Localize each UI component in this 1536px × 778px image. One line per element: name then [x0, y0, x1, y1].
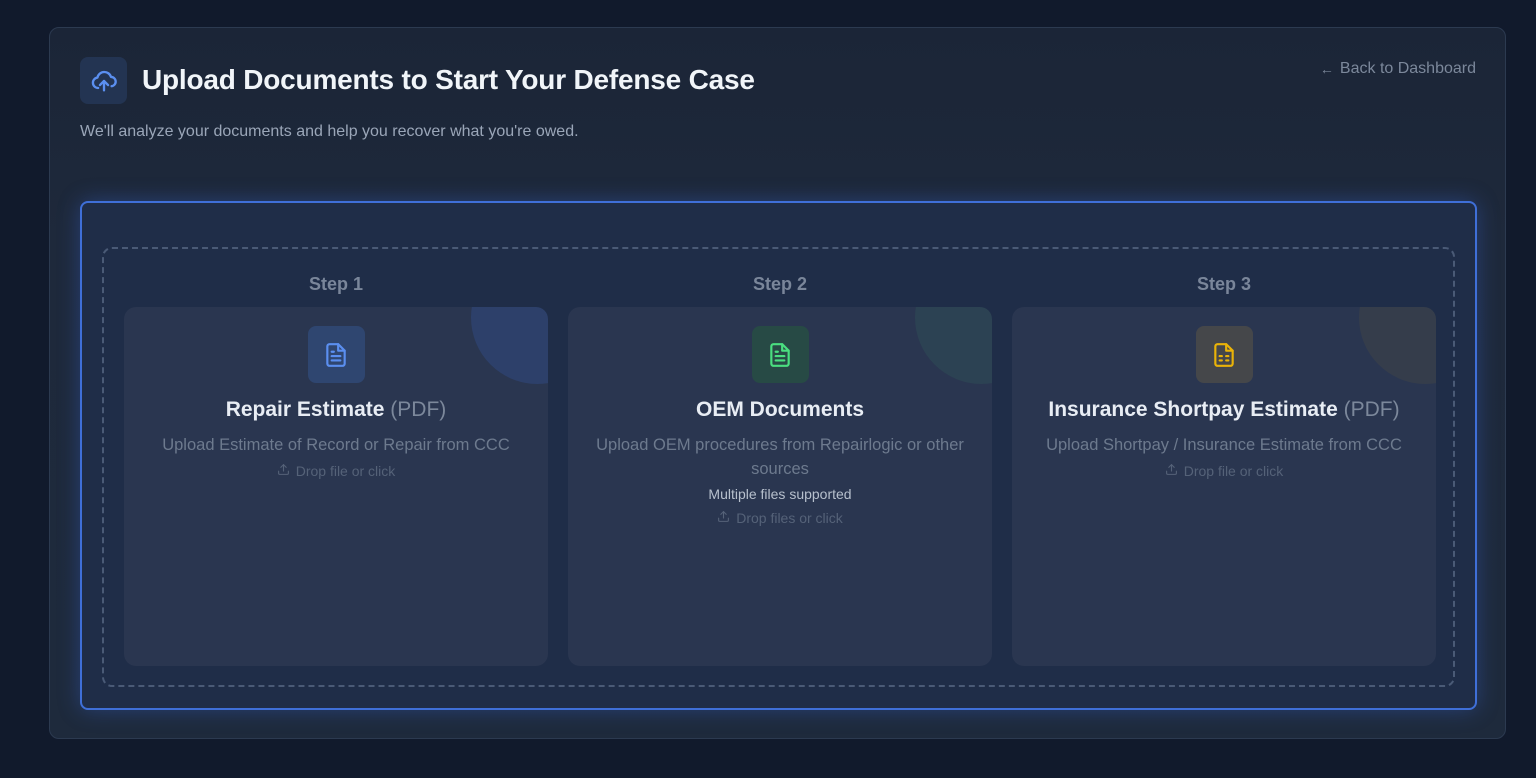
drop-hint[interactable]: Drop file or click — [124, 463, 548, 479]
card-description: Upload OEM procedures from Repairlogic o… — [596, 436, 964, 478]
card-corner-decoration — [915, 307, 992, 384]
card-title: OEM Documents — [568, 398, 992, 422]
step-label: Step 2 — [752, 274, 808, 294]
card-corner-decoration — [1359, 307, 1436, 384]
card-format: (PDF) — [1343, 398, 1400, 421]
back-to-dashboard-link[interactable]: ← Back to Dashboard — [1320, 60, 1476, 78]
card-description: Upload Estimate of Record or Repair from… — [162, 436, 510, 454]
dropzone[interactable]: Step 1 Repair Estimate (PDF) Upload Esti… — [102, 247, 1455, 687]
upload-icon — [1165, 463, 1178, 479]
repair-estimate-upload-card[interactable]: Repair Estimate (PDF) Upload Estimate of… — [124, 307, 548, 666]
upload-icon — [277, 463, 290, 479]
page-subtitle: We'll analyze your documents and help yo… — [80, 123, 579, 140]
card-title-text: Repair Estimate — [225, 398, 385, 421]
step-1: Step 1 Repair Estimate (PDF) Upload Esti… — [124, 269, 548, 666]
back-link-label: Back to Dashboard — [1339, 60, 1476, 77]
drop-hint-text: Drop files or click — [736, 510, 843, 526]
card-title: Repair Estimate (PDF) — [124, 398, 548, 422]
card-corner-decoration — [471, 307, 548, 384]
multiple-files-note: Multiple files supported — [708, 486, 852, 502]
card-format: (PDF) — [390, 398, 447, 421]
step-3: Step 3 Insurance Shortpay Estimate (PDF) — [1012, 269, 1436, 666]
card-title-text: OEM Documents — [695, 398, 865, 421]
drop-hint-text: Drop file or click — [295, 463, 396, 479]
step-label: Step 1 — [308, 274, 364, 294]
drop-hint[interactable]: Drop file or click — [1012, 463, 1436, 479]
card-title-text: Insurance Shortpay Estimate — [1048, 398, 1338, 421]
arrow-left-icon: ← — [1319, 61, 1334, 77]
card-description: Upload Shortpay / Insurance Estimate fro… — [1046, 436, 1402, 454]
page-title: Upload Documents to Start Your Defense C… — [142, 64, 755, 95]
cloud-upload-icon — [80, 57, 127, 104]
spreadsheet-document-icon — [1195, 326, 1253, 383]
insurance-shortpay-upload-card[interactable]: Insurance Shortpay Estimate (PDF) Upload… — [1012, 307, 1436, 666]
oem-documents-upload-card[interactable]: OEM Documents Upload OEM procedures from… — [568, 307, 992, 666]
upload-panel: Upload Documents to Start Your Defense C… — [49, 27, 1506, 739]
card-title: Insurance Shortpay Estimate (PDF) — [1012, 398, 1436, 422]
document-icon — [751, 326, 809, 383]
upload-area: Step 1 Repair Estimate (PDF) Upload Esti… — [80, 201, 1477, 710]
document-icon — [307, 326, 365, 383]
step-2: Step 2 OEM Documents Upload OEM procedur… — [568, 269, 992, 666]
drop-hint[interactable]: Drop files or click — [568, 510, 992, 526]
step-label: Step 3 — [1196, 274, 1252, 294]
drop-hint-text: Drop file or click — [1183, 463, 1284, 479]
upload-icon — [717, 510, 730, 526]
